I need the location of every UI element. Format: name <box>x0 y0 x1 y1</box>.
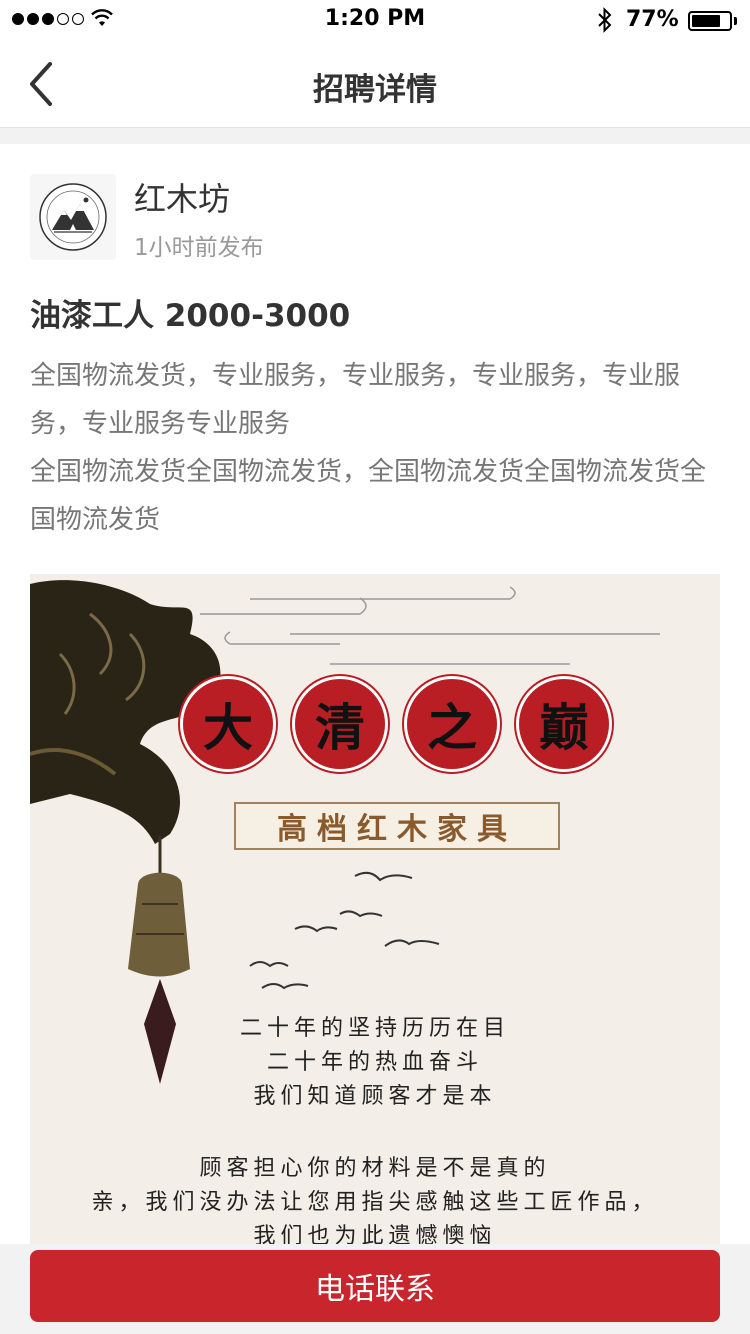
poem-line: 顾客担心你的材料是不是真的 <box>199 1156 551 1181</box>
seal-character: 巅 <box>516 676 612 772</box>
job-detail-card: 红木坊 1小时前发布 油漆工人 2000-3000 全国物流发货，专业服务，专业… <box>0 144 750 1244</box>
poster-banner: 高档红木家具 <box>234 802 560 850</box>
poem-line: 我们也为此遗憾懊恼 <box>253 1224 497 1244</box>
battery-percent: 77% <box>626 7 679 32</box>
bluetooth-icon <box>598 7 612 33</box>
job-title: 油漆工人 2000-3000 <box>30 298 351 334</box>
call-contact-button[interactable]: 电话联系 <box>30 1250 720 1322</box>
company-avatar <box>30 174 116 260</box>
nav-bar: 招聘详情 <box>0 40 750 128</box>
seal-character: 之 <box>404 676 500 772</box>
battery-level <box>692 15 720 27</box>
battery-icon <box>688 11 732 31</box>
poem-line: 亲，我们没办法让您用指尖感触这些工匠作品， <box>91 1190 659 1215</box>
poem-line: 二十年的热血奋斗 <box>266 1050 483 1075</box>
promo-poster-image: 大 清 之 巅 高档红木家具 二十年的坚持历历在目 二十年的热血奋斗 我们知道顾… <box>30 574 720 1244</box>
seal-character: 大 <box>180 676 276 772</box>
seal-character: 清 <box>292 676 388 772</box>
job-description: 全国物流发货，专业服务，专业服务，专业服务，专业服务，专业服务专业服务 全国物流… <box>30 352 720 544</box>
poster-artwork <box>30 580 660 1084</box>
page-title: 招聘详情 <box>313 72 437 108</box>
mountain-logo-icon <box>39 183 107 251</box>
description-paragraph: 全国物流发货，专业服务，专业服务，专业服务，专业服务，专业服务专业服务 <box>30 361 681 439</box>
posted-time: 1小时前发布 <box>134 235 264 261</box>
cloud-decoration <box>200 586 660 665</box>
description-paragraph: 全国物流发货全国物流发货，全国物流发货全国物流发货全国物流发货 <box>30 457 707 535</box>
battery-tip <box>734 17 737 25</box>
poem-line: 二十年的坚持历历在目 <box>239 1016 510 1041</box>
company-name: 红木坊 <box>134 180 231 218</box>
birds-decoration <box>249 871 440 990</box>
status-bar: 1:20 PM 77% <box>0 0 750 40</box>
poem-line: 我们知道顾客才是本 <box>253 1084 497 1109</box>
